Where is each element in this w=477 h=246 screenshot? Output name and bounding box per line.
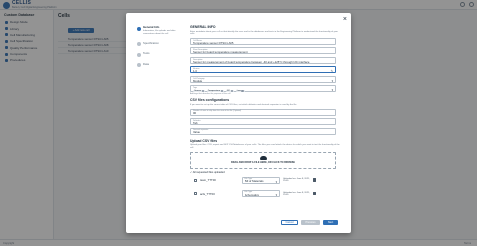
wizard-stepper: General Info Information, file uploads a…: [137, 25, 181, 73]
upload-description: Upload your files. CSV, export and SKP C…: [190, 144, 340, 149]
version-field[interactable]: Version 1.0 ✎: [190, 66, 336, 74]
file-checkbox[interactable]: [194, 178, 197, 182]
close-icon[interactable]: ×: [343, 16, 347, 23]
cell-category-select[interactable]: Cell Category Module ▾: [190, 75, 336, 83]
chevron-down-icon: ▾: [275, 179, 277, 184]
uploaded-file-row: acls_TTT00 File Type Schematics ▾ Upload…: [190, 189, 336, 198]
file-name: acls_TTT00: [200, 191, 215, 196]
edit-icon[interactable]: ✎: [331, 69, 333, 73]
description-field[interactable]: Description Sensor for measurement of bo…: [190, 56, 336, 64]
dialog-actions: Cancel Previous Next: [281, 220, 338, 225]
general-info-description: Enter metadata about your cell so that i…: [190, 30, 338, 36]
step-general-info[interactable]: General Info Information, file uploads a…: [137, 25, 181, 36]
rows-to-skip-field[interactable]: Number of rows to skip from the start of…: [190, 108, 336, 116]
chevron-down-icon: ▾: [331, 78, 333, 83]
upload-status: ✓ All requested files uploaded: [190, 170, 225, 174]
cell-name-field[interactable]: Cell Name Temperature sensor DTSC1 A05: [190, 37, 336, 45]
tags-hint: Add tags that describe the purpose of th…: [190, 93, 231, 96]
tag-chip[interactable]: Temperature: [206, 89, 225, 93]
step-dot-icon: [137, 63, 141, 67]
field-value: Bill of Materials: [244, 180, 264, 184]
dialog-content: GENERAL INFO Enter metadata about your c…: [190, 25, 340, 203]
tag-chip[interactable]: Low: [235, 89, 245, 93]
chevron-down-icon: ▾: [331, 88, 333, 93]
decimal-separator-field[interactable]: Decimal separator Value: [190, 127, 336, 135]
next-button[interactable]: Next: [323, 220, 338, 225]
remove-tag-icon[interactable]: [220, 89, 223, 93]
file-checkbox[interactable]: [194, 192, 197, 196]
step-description: Information, file uploads and data conne…: [143, 29, 176, 35]
remove-tag-icon[interactable]: [241, 89, 244, 93]
tag-chip[interactable]: Sensor: [193, 89, 206, 93]
tags-field[interactable]: Tags Sensor Temperature I2C Low ▾: [190, 85, 336, 93]
field-value: Schematics: [244, 193, 259, 197]
step-tests[interactable]: Tests: [137, 51, 181, 57]
field-value: Sensor for measurement of board temperat…: [193, 60, 310, 64]
field-value: 00: [193, 112, 197, 116]
field-value: 1.0: [193, 70, 197, 74]
field-value: Sensor for board temperature measurement: [193, 51, 248, 55]
previous-button[interactable]: Previous: [301, 220, 320, 225]
chevron-down-icon: ▾: [275, 193, 277, 198]
short-description-field[interactable]: Short Description Sensor for board tempe…: [190, 47, 336, 55]
new-cell-dialog: × General Info Information, file uploads…: [126, 13, 351, 233]
field-value: Module: [193, 79, 203, 83]
step-dot-icon: [137, 42, 141, 46]
step-active-dot-icon: [137, 26, 141, 31]
csv-config-description: If you want to set up the correct data o…: [190, 103, 297, 106]
field-value: Tab: [193, 121, 198, 125]
dropzone-text: DRAG AND DROP A FILE HERE, OR CLICK TO B…: [231, 161, 295, 165]
step-data[interactable]: Data: [137, 61, 181, 67]
delimiter-field[interactable]: Delimiter Tab: [190, 118, 336, 126]
general-info-title: GENERAL INFO: [190, 25, 216, 29]
step-specification[interactable]: Specification: [137, 40, 181, 46]
field-value: Temperature sensor DTSC1 A05: [193, 41, 234, 45]
file-type-select[interactable]: File Type Bill of Materials ▾: [242, 176, 280, 184]
remove-tag-icon[interactable]: [201, 89, 204, 93]
step-label: Data: [143, 61, 149, 66]
field-value: Value: [193, 131, 200, 135]
tag-chip[interactable]: I2C: [225, 89, 235, 93]
trash-icon[interactable]: [313, 191, 316, 196]
file-type-select[interactable]: File Type Schematics ▾: [242, 190, 280, 198]
uploaded-file-row: tsam_TTT00 File Type Bill of Materials ▾…: [190, 176, 336, 185]
file-name: tsam_TTT00: [200, 178, 216, 183]
remove-tag-icon[interactable]: [230, 89, 233, 93]
upload-date: Uploaded on: June 8, 2021, 10:05: [283, 191, 310, 196]
tag-list: Sensor Temperature I2C Low: [193, 89, 333, 93]
step-label: General Info: [143, 25, 160, 29]
step-label: Specification: [143, 40, 159, 45]
upload-date: Uploaded on: June 8, 2021, 10:05: [283, 178, 310, 183]
cancel-button[interactable]: Cancel: [281, 220, 298, 225]
cloud-upload-icon: [259, 156, 267, 161]
step-label: Tests: [143, 51, 150, 55]
step-dot-icon: [137, 52, 141, 57]
file-dropzone[interactable]: DRAG AND DROP A FILE HERE, OR CLICK TO B…: [190, 151, 336, 169]
csv-config-title: CSV files configurations: [190, 98, 230, 103]
trash-icon[interactable]: [313, 178, 316, 182]
upload-title: Upload CSV files: [190, 138, 218, 143]
